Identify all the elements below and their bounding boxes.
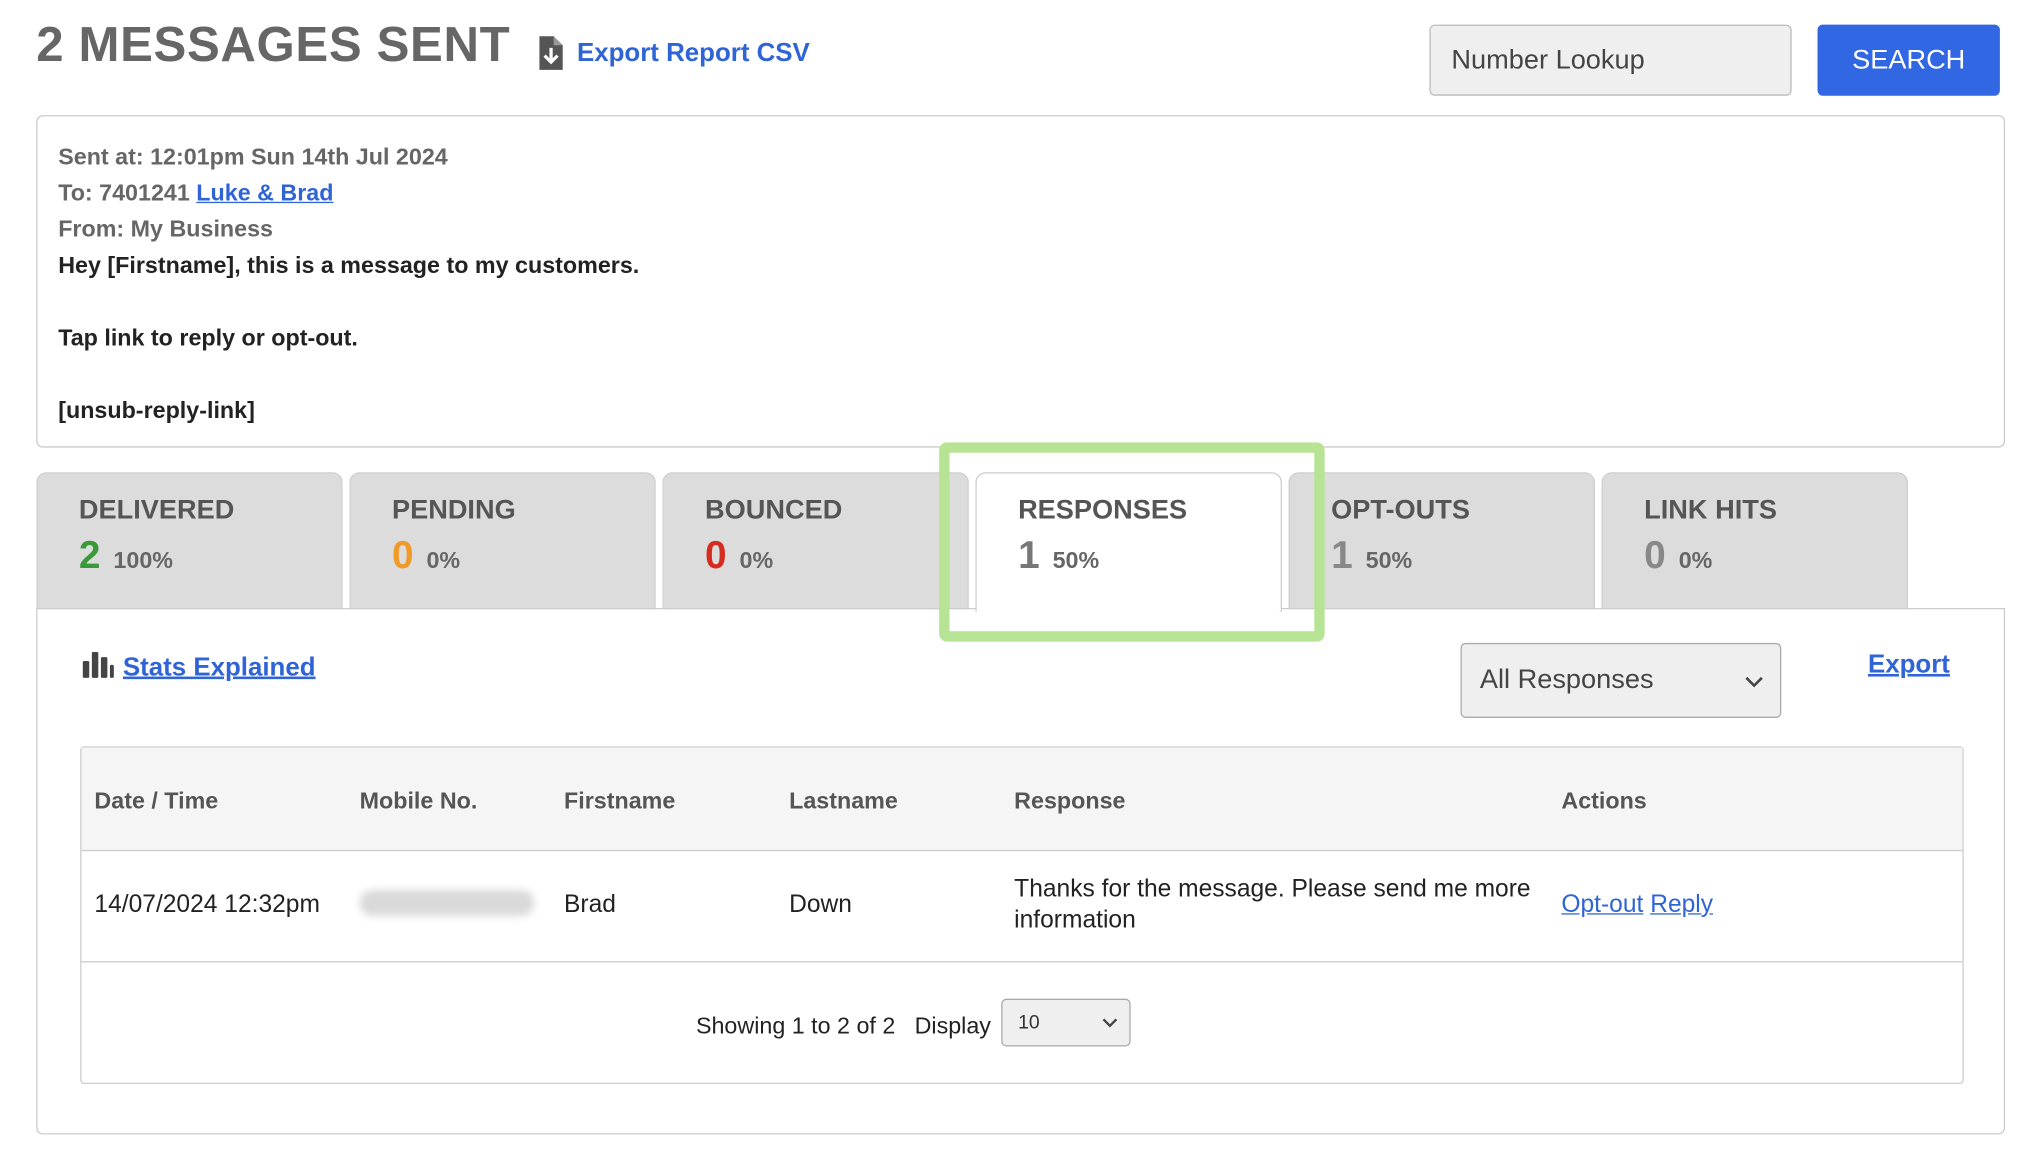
tab-label: PENDING bbox=[391, 495, 516, 526]
tab-count: 1 bbox=[1018, 534, 1040, 577]
tab-pending[interactable]: PENDING 0 0% bbox=[349, 472, 656, 610]
tab-label: DELIVERED bbox=[78, 495, 235, 526]
stats-explained-link[interactable]: Stats Explained bbox=[81, 648, 316, 687]
table-header: Date / Time Mobile No. Firstname Lastnam… bbox=[81, 747, 1963, 852]
export-report-csv-link[interactable]: Export Report CSV bbox=[537, 35, 810, 71]
cell-mobile-redacted bbox=[359, 889, 535, 916]
cell-lastname: Down bbox=[789, 891, 852, 919]
page-title: 2 MESSAGES SENT bbox=[36, 18, 511, 73]
tab-responses[interactable]: RESPONSES 1 50% bbox=[975, 472, 1282, 612]
tab-label: OPT-OUTS bbox=[1331, 495, 1470, 526]
cell-firstname: Brad bbox=[564, 891, 616, 919]
tab-percent: 50% bbox=[1052, 547, 1100, 574]
column-header: Mobile No. bbox=[359, 787, 478, 814]
cell-datetime: 14/07/2024 12:32pm bbox=[94, 891, 320, 919]
table-row: 14/07/2024 12:32pm Brad Down Thanks for … bbox=[81, 850, 1963, 963]
column-header: Response bbox=[1014, 787, 1126, 814]
tab-label: RESPONSES bbox=[1018, 495, 1188, 526]
tab-link-hits[interactable]: LINK HITS 0 0% bbox=[1601, 472, 1909, 610]
tab-count: 0 bbox=[391, 534, 414, 577]
bar-chart-icon bbox=[81, 648, 115, 687]
message-line-2: Tap link to reply or opt-out. bbox=[58, 324, 358, 351]
tab-percent: 50% bbox=[1365, 547, 1413, 574]
tab-count: 2 bbox=[78, 534, 101, 577]
tab-bounced[interactable]: BOUNCED 0 0% bbox=[662, 472, 969, 610]
chevron-down-icon bbox=[1101, 1012, 1119, 1034]
number-lookup-input[interactable] bbox=[1429, 24, 1792, 96]
file-download-icon bbox=[537, 35, 565, 71]
tab-count: 0 bbox=[705, 534, 727, 577]
tab-count: 0 bbox=[1644, 534, 1666, 577]
message-line-1: Hey [Firstname], this is a message to my… bbox=[58, 252, 640, 279]
sent-at: Sent at: 12:01pm Sun 14th Jul 2024 bbox=[58, 143, 448, 170]
tab-percent: 0% bbox=[426, 547, 461, 574]
cell-response: Thanks for the message. Please send me m… bbox=[1014, 875, 1531, 934]
page-size-value: 10 bbox=[1018, 1011, 1040, 1034]
tab-count: 1 bbox=[1331, 534, 1353, 577]
stats-explained-label: Stats Explained bbox=[122, 652, 316, 682]
tab-delivered[interactable]: DELIVERED 2 100% bbox=[36, 472, 343, 610]
column-header: Date / Time bbox=[94, 787, 219, 814]
display-label: Display bbox=[914, 1012, 991, 1039]
responses-panel: Stats Explained All Responses Export Dat… bbox=[36, 607, 2006, 1135]
export-report-csv-label: Export Report CSV bbox=[576, 38, 810, 67]
column-header: Lastname bbox=[789, 787, 898, 814]
cell-actions: Opt-out Reply bbox=[1561, 891, 1713, 919]
response-filter-select[interactable]: All Responses bbox=[1460, 642, 1782, 718]
tab-percent: 0% bbox=[1678, 547, 1713, 574]
response-filter-value: All Responses bbox=[1479, 664, 1654, 695]
tab-percent: 0% bbox=[739, 547, 774, 574]
reply-link[interactable]: Reply bbox=[1650, 891, 1713, 918]
tab-opt-outs[interactable]: OPT-OUTS 1 50% bbox=[1288, 472, 1596, 610]
tab-percent: 100% bbox=[113, 547, 173, 574]
responses-table: Date / Time Mobile No. Firstname Lastnam… bbox=[80, 746, 1964, 1085]
sender: From: My Business bbox=[58, 216, 274, 242]
export-link[interactable]: Export bbox=[1868, 651, 1950, 681]
chevron-down-icon bbox=[1744, 665, 1765, 696]
recipients-line: To: 7401241 Luke & Brad bbox=[58, 175, 1983, 211]
tab-label: LINK HITS bbox=[1644, 495, 1777, 526]
pagination-summary: Showing 1 to 2 of 2 bbox=[695, 1012, 896, 1039]
opt-out-link[interactable]: Opt-out bbox=[1561, 891, 1643, 918]
column-header: Actions bbox=[1561, 787, 1647, 814]
message-line-3: [unsub-reply-link] bbox=[58, 397, 255, 424]
recipients-link[interactable]: Luke & Brad bbox=[196, 180, 333, 206]
recipients-prefix: To: 7401241 bbox=[58, 179, 190, 206]
search-button[interactable]: SEARCH bbox=[1817, 24, 2000, 96]
column-header: Firstname bbox=[564, 787, 676, 814]
tab-label: BOUNCED bbox=[705, 495, 843, 526]
message-details: Sent at: 12:01pm Sun 14th Jul 2024 To: 7… bbox=[36, 115, 2006, 448]
page-size-select[interactable]: 10 bbox=[1001, 998, 1131, 1047]
